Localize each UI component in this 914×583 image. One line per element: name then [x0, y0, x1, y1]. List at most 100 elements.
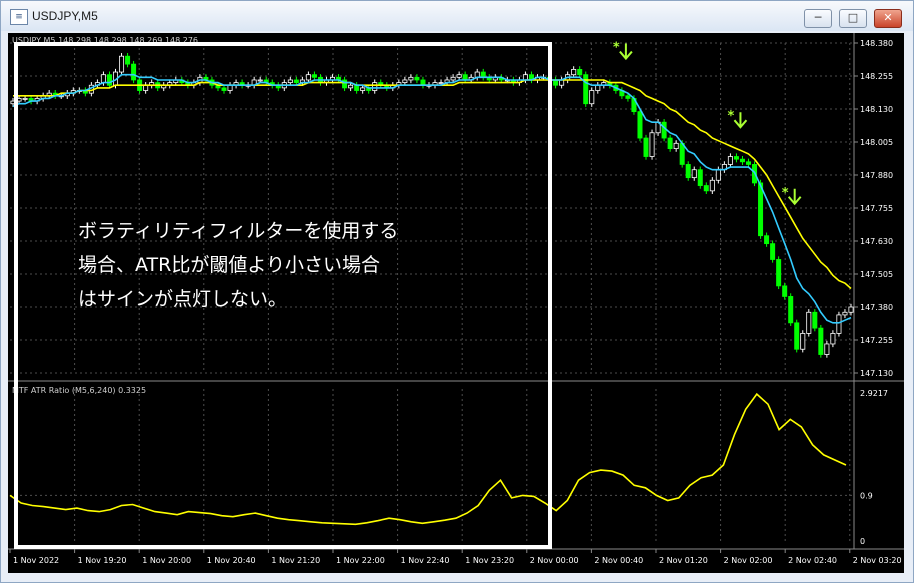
candle-body	[100, 74, 106, 84]
candle-body	[293, 79, 299, 83]
annotation-line-1: ボラティリティフィルターを使用する	[78, 220, 398, 242]
indicator-tick-label: 0	[860, 537, 865, 546]
candle-body	[733, 156, 739, 160]
indicator-tick-label: 0.9	[860, 491, 873, 500]
candle-body	[812, 311, 818, 329]
candle-body	[348, 84, 354, 89]
candle-body	[842, 311, 848, 316]
candle-body	[667, 137, 673, 150]
candle-body	[649, 132, 655, 157]
candle-body	[577, 69, 583, 76]
price-tick-label: 147.380	[860, 303, 893, 312]
title-bar[interactable]: ≡ USDJPY,M5 ─ □ ✕	[1, 1, 913, 31]
candle-body	[372, 82, 378, 91]
candle-body	[589, 90, 595, 105]
candle-body	[703, 185, 709, 192]
candle-body	[257, 79, 263, 82]
candle-body	[806, 311, 812, 334]
candle-body	[685, 164, 691, 179]
candle-body	[764, 235, 770, 245]
price-tick-label: 148.130	[860, 105, 893, 114]
candle-body	[456, 74, 462, 78]
candle-body	[637, 111, 643, 139]
time-tick-label: 1 Nov 19:20	[78, 556, 127, 565]
close-button[interactable]: ✕	[874, 9, 902, 28]
candle-body	[758, 182, 764, 237]
candle-body	[414, 76, 420, 81]
candle-body	[571, 69, 577, 76]
candle-body	[691, 169, 697, 179]
candle-body	[824, 343, 830, 355]
candle-body	[739, 158, 745, 163]
time-tick-label: 1 Nov 22:40	[401, 556, 450, 565]
price-tick-label: 147.880	[860, 171, 893, 180]
candle-body	[794, 322, 800, 350]
candle-body	[221, 87, 227, 91]
candle-body	[818, 327, 824, 355]
window-title: USDJPY,M5	[32, 9, 98, 23]
candle-body	[287, 79, 293, 83]
candle-body	[697, 169, 703, 186]
minimize-button[interactable]: ─	[804, 9, 832, 28]
candle-body	[643, 137, 649, 157]
candle-body	[450, 76, 456, 81]
candle-body	[106, 74, 112, 86]
candle-body	[830, 332, 836, 345]
price-tick-label: 148.005	[860, 138, 893, 147]
annotation-line-2: 場合、ATR比が閾値より小さい場合	[78, 254, 380, 276]
price-tick-label: 147.630	[860, 237, 893, 246]
time-tick-label: 1 Nov 20:40	[207, 556, 256, 565]
time-tick-label: 2 Nov 01:20	[659, 556, 708, 565]
signal-star-icon: *	[782, 186, 789, 201]
candle-body	[595, 84, 601, 91]
price-tick-label: 147.255	[860, 336, 893, 345]
price-chart[interactable]: * * * 148.380 148.255 148.130 148.005 147.880 1…	[8, 33, 904, 573]
price-tick-label: 148.380	[860, 39, 893, 48]
candle-body	[673, 142, 679, 149]
time-tick-label: 1 Nov 21:20	[271, 556, 320, 565]
candle-body	[745, 161, 752, 165]
candle-body	[848, 306, 854, 313]
candle-body	[782, 285, 788, 297]
candle-body	[709, 179, 715, 192]
candle-body	[22, 98, 28, 100]
candle-body	[776, 259, 782, 287]
candle-body	[788, 296, 794, 324]
signal-star-icon: *	[613, 41, 620, 56]
time-tick-label: 1 Nov 23:20	[465, 556, 514, 565]
candle-body	[143, 84, 149, 91]
candle-body	[305, 74, 311, 81]
time-tick-label: 2 Nov 02:00	[724, 556, 773, 565]
time-tick-label: 2 Nov 00:00	[530, 556, 579, 565]
price-tick-label: 147.505	[860, 270, 893, 279]
candle-body	[770, 243, 776, 260]
candle-body	[661, 121, 667, 139]
candle-body	[715, 169, 721, 181]
price-tick-label: 147.755	[860, 204, 893, 213]
candle-body	[583, 74, 589, 105]
candle-body	[360, 87, 366, 91]
candle-body	[438, 82, 444, 84]
candle-body	[408, 76, 414, 81]
price-tick-label: 148.255	[860, 72, 893, 81]
time-tick-label: 1 Nov 22:00	[336, 556, 385, 565]
indicator-tick-label: 2.9217	[860, 389, 888, 398]
candle-body	[119, 55, 125, 73]
indicator-title: MTF ATR Ratio (M5,6,240) 0.3325	[12, 386, 146, 395]
candle-body	[354, 84, 360, 91]
time-tick-label: 2 Nov 00:40	[594, 556, 643, 565]
candle-body	[727, 156, 733, 165]
candle-body	[462, 74, 468, 81]
maximize-button[interactable]: □	[839, 9, 867, 28]
candle-body	[125, 55, 131, 65]
time-tick-label: 1 Nov 2022	[13, 556, 59, 565]
candle-body	[800, 332, 806, 350]
candle-body	[522, 74, 528, 81]
chart-window-icon: ≡	[10, 9, 28, 25]
candle-body	[402, 79, 408, 83]
time-tick-label: 2 Nov 02:40	[788, 556, 837, 565]
candle-body	[625, 95, 631, 99]
time-tick-label: 2 Nov 03:20	[853, 556, 902, 565]
signal-star-icon: *	[727, 109, 734, 124]
candle-body	[836, 314, 842, 334]
